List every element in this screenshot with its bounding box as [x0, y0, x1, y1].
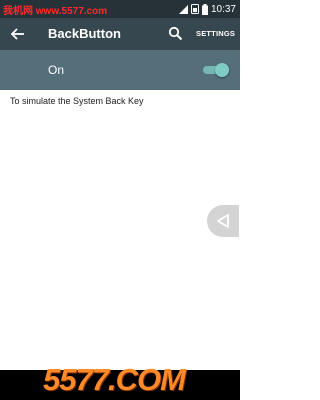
back-arrow-icon[interactable] — [10, 26, 26, 42]
signal-icon — [178, 4, 188, 14]
watermark-bottom: 5577.COM — [43, 362, 186, 397]
master-toggle[interactable] — [203, 62, 229, 78]
battery-icon — [201, 3, 208, 15]
floating-back-button[interactable] — [207, 205, 239, 237]
toggle-thumb — [215, 63, 229, 77]
status-bar: 我机网 www.5577.com 10:37 — [0, 0, 240, 18]
switch-bar[interactable]: On — [0, 50, 240, 90]
clock: 10:37 — [210, 3, 236, 15]
search-icon[interactable] — [168, 26, 183, 41]
sim-icon — [190, 4, 199, 14]
switch-label: On — [48, 63, 65, 77]
description-text: To simulate the System Back Key — [10, 96, 144, 106]
settings-button[interactable]: SETTINGS — [196, 29, 235, 38]
watermark-top: 我机网 www.5577.com — [3, 6, 108, 17]
status-icons: 10:37 — [178, 2, 236, 16]
app-bar: BackButton SETTINGS — [0, 18, 240, 50]
triangle-back-icon — [217, 214, 229, 228]
app-title: BackButton — [48, 26, 121, 41]
